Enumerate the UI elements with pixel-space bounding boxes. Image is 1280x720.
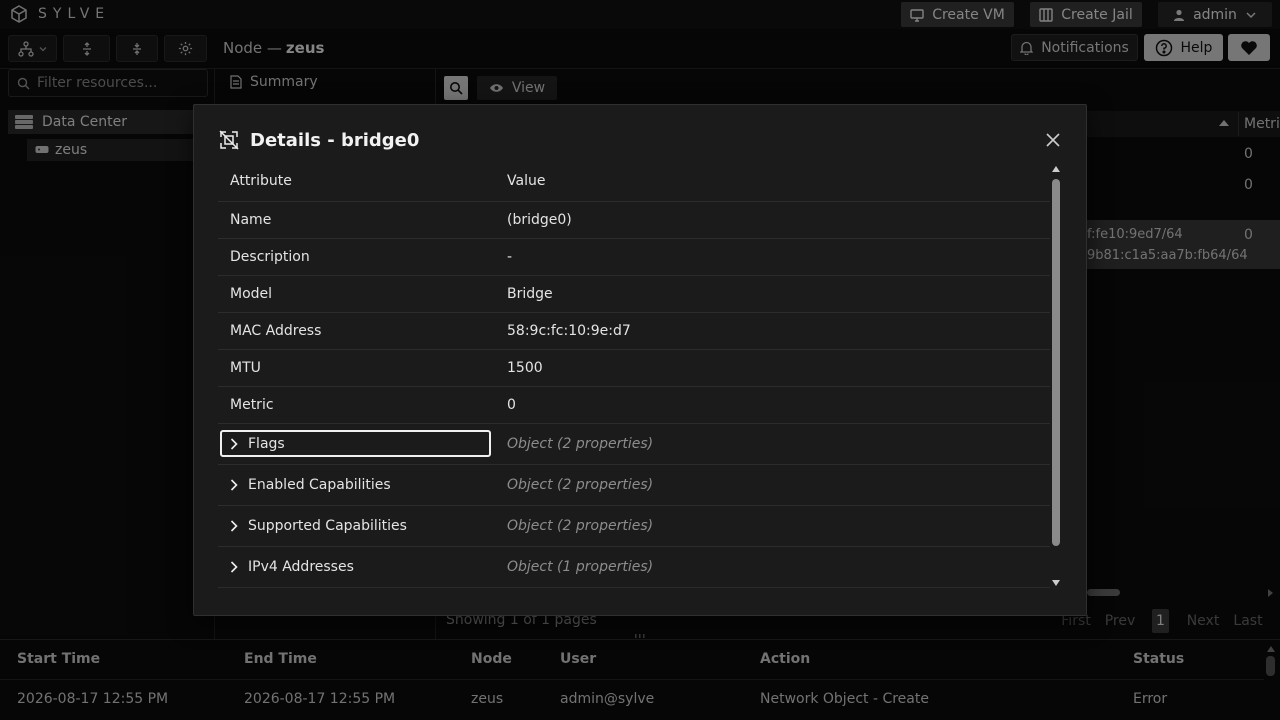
close-button[interactable] — [1042, 129, 1064, 151]
expandable-row-flags: Flags Object (2 properties) — [218, 424, 1050, 465]
attribute-value: 58:9c:fc:10:9e:d7 — [507, 323, 631, 339]
attribute-value: (bridge0) — [507, 212, 572, 228]
object-summary: Object (1 properties) — [507, 559, 654, 575]
object-summary: Object (2 properties) — [507, 477, 654, 493]
scroll-down-icon[interactable] — [1051, 579, 1061, 587]
table-row: Name (bridge0) — [218, 202, 1050, 239]
attribute-name: Description — [230, 249, 310, 265]
attribute-name: Model — [230, 286, 273, 302]
attribute-header: Attribute — [230, 173, 292, 189]
details-table: Attribute Value Name (bridge0) Descripti… — [218, 165, 1050, 588]
scroll-up-icon[interactable] — [1051, 165, 1061, 173]
table-row: Description - — [218, 239, 1050, 276]
chevron-right-icon — [230, 438, 238, 450]
attribute-name: Flags — [248, 436, 285, 452]
dialog-title: Details - bridge0 — [218, 129, 419, 151]
attribute-name: MTU — [230, 360, 261, 376]
attribute-value: - — [507, 249, 513, 265]
table-row: MTU 1500 — [218, 350, 1050, 387]
attribute-value: Bridge — [507, 286, 553, 302]
network-off-icon — [218, 129, 240, 151]
attribute-name: IPv4 Addresses — [248, 559, 354, 575]
object-summary: Object (2 properties) — [507, 518, 654, 534]
attribute-value: 0 — [507, 397, 516, 413]
close-icon — [1046, 133, 1060, 147]
attribute-name: Supported Capabilities — [248, 518, 407, 534]
chevron-right-icon — [230, 479, 238, 491]
dialog-scrollbar[interactable] — [1052, 179, 1060, 546]
chevron-right-icon — [230, 561, 238, 573]
object-summary: Object (2 properties) — [507, 436, 654, 452]
table-row: Metric 0 — [218, 387, 1050, 424]
expand-toggle[interactable]: Supported Capabilities — [230, 518, 407, 534]
expandable-row-supported-capabilities: Supported Capabilities Object (2 propert… — [218, 506, 1050, 547]
attribute-value: 1500 — [507, 360, 543, 376]
table-row: Model Bridge — [218, 276, 1050, 313]
table-row: MAC Address 58:9c:fc:10:9e:d7 — [218, 313, 1050, 350]
chevron-right-icon — [230, 520, 238, 532]
table-header-row: Attribute Value — [218, 165, 1050, 202]
attribute-name: Name — [230, 212, 272, 228]
expand-toggle[interactable]: Enabled Capabilities — [230, 477, 391, 493]
details-dialog: Details - bridge0 Attribute Value Name (… — [193, 104, 1087, 616]
expand-toggle[interactable]: IPv4 Addresses — [230, 559, 354, 575]
expandable-row-enabled-capabilities: Enabled Capabilities Object (2 propertie… — [218, 465, 1050, 506]
value-header: Value — [507, 173, 546, 189]
attribute-name: Metric — [230, 397, 274, 413]
expand-toggle[interactable]: Flags — [230, 436, 285, 452]
expandable-row-ipv4-addresses: IPv4 Addresses Object (1 properties) — [218, 547, 1050, 588]
dialog-title-text: Details - bridge0 — [250, 129, 420, 151]
attribute-name: Enabled Capabilities — [248, 477, 391, 493]
attribute-name: MAC Address — [230, 323, 322, 339]
